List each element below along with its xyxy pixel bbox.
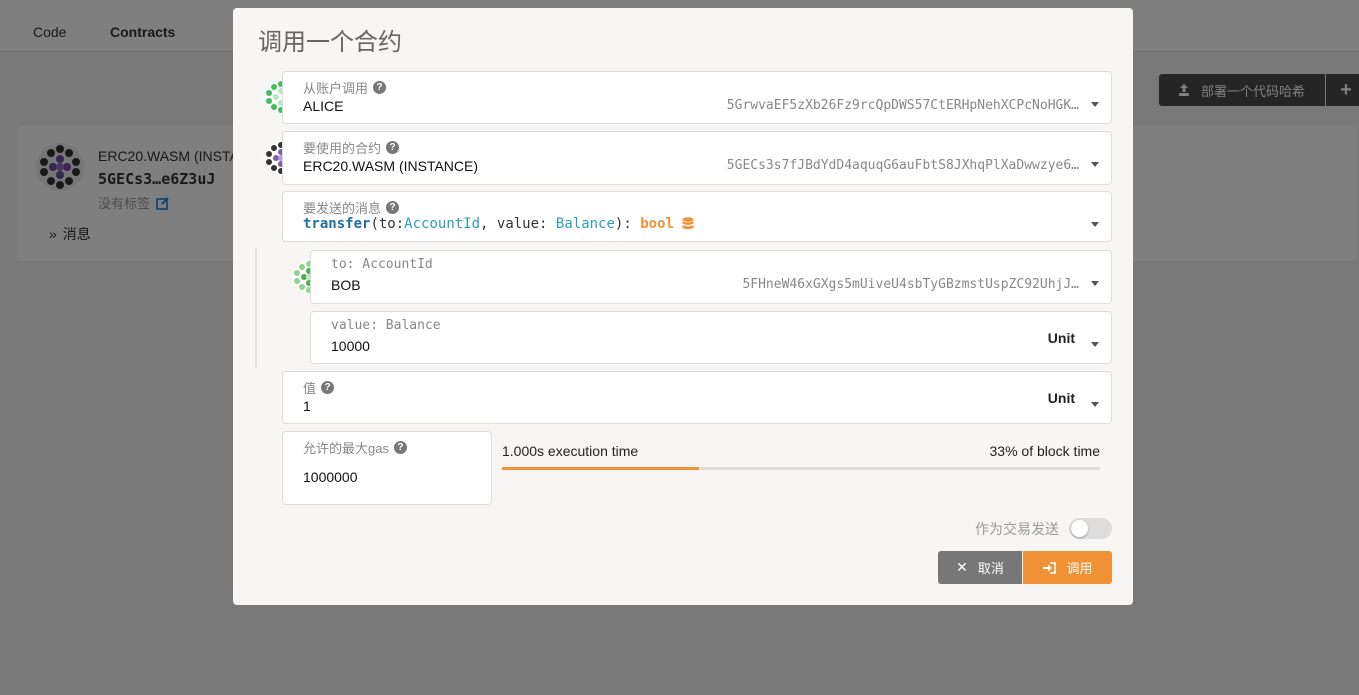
sig-arg1-name: to: [378,216,405,232]
gas-progress-fill [502,467,700,470]
sig-arg2-type: Balance [555,216,615,232]
sig-arg2-name: value: [496,216,556,232]
call-button[interactable]: 调用 [1023,551,1112,584]
contract-select-address: 5GECs3s7fJBdYdD4aquqG6auFbtS8JXhqPlXaDww… [726,158,1079,173]
gas-usage-meter: 1.000s execution time 33% of block time [502,439,1100,479]
close-icon: ✕ [956,559,968,575]
sig-separator: , [480,216,497,232]
value-amount[interactable]: 1 [303,398,311,414]
modal-title: 调用一个合约 [258,29,402,56]
send-as-transaction-row: 作为交易发送 [975,518,1112,539]
call-from-account-select[interactable]: 从账户调用 ? ALICE 5GrwvaEF5zXb26Fz9rcQpDWS57… [282,71,1112,124]
value-unit-select[interactable]: Unit [1048,390,1075,406]
value-label: 值 ? [303,378,335,397]
help-icon[interactable]: ? [321,381,335,394]
block-time-percent: 33% of block time [989,443,1101,459]
message-signature: transfer ( to: AccountId , value: Balanc… [303,216,694,232]
max-gas-label-text: 允许的最大gas [303,441,389,456]
dropdown-caret-icon[interactable] [1091,222,1099,227]
dropdown-caret-icon[interactable] [1091,102,1099,107]
call-contract-modal: 调用一个合约 从账户调用 ? ALICE 5GrwvaEF5zXb26Fz9rc… [233,8,1133,605]
call-from-account-label-text: 从账户调用 [303,81,369,96]
message-label-text: 要发送的消息 [303,201,382,216]
message-label: 要发送的消息 ? [303,198,400,217]
param-to-name: BOB [331,277,361,293]
contract-label: 要使用的合约 ? [303,138,400,157]
dropdown-caret-icon[interactable] [1091,342,1099,347]
help-icon[interactable]: ? [386,141,400,154]
sig-close: ): [614,216,641,232]
params-divider [255,248,257,368]
gas-progress-track [502,467,1100,470]
contract-label-text: 要使用的合约 [303,141,382,156]
send-as-transaction-label: 作为交易发送 [975,520,1059,537]
max-gas-label: 允许的最大gas ? [303,438,407,457]
param-value-unit-select[interactable]: Unit [1048,330,1075,346]
contract-select[interactable]: 要使用的合约 ? ERC20.WASM (INSTANCE) 5GECs3s7f… [282,131,1112,185]
message-method: transfer [303,216,371,232]
dropdown-caret-icon[interactable] [1091,162,1099,167]
account-name: ALICE [303,98,344,114]
value-label-text: 值 [303,381,317,396]
database-icon [682,217,694,230]
dropdown-caret-icon[interactable] [1091,402,1099,407]
param-value-label: value: Balance [331,318,441,333]
max-gas-value[interactable]: 1000000 [303,469,358,485]
param-to-label: to: AccountId [331,257,433,272]
sig-arg1-type: AccountId [404,216,481,232]
sig-open-paren: ( [370,216,379,232]
cancel-button[interactable]: ✕ 取消 [938,551,1022,584]
contract-select-name: ERC20.WASM (INSTANCE) [303,158,479,174]
message-select[interactable]: 要发送的消息 ? transfer ( to: AccountId , valu… [282,191,1112,242]
call-from-account-label: 从账户调用 ? [303,78,387,97]
param-value-amount[interactable]: 10000 [331,338,370,354]
param-to-address: 5FHneW46xGXgs5mUiveU4sbTyGBzmstUspZC92Uh… [742,277,1079,292]
call-label: 调用 [1066,561,1093,576]
param-to-select[interactable]: to: AccountId BOB 5FHneW46xGXgs5mUiveU4s… [310,250,1112,304]
help-icon[interactable]: ? [386,201,400,214]
send-as-transaction-toggle[interactable] [1069,518,1112,539]
sig-return-type: bool [640,216,674,232]
help-icon[interactable]: ? [393,441,407,454]
execution-time: 1.000s execution time [502,443,639,459]
help-icon[interactable]: ? [373,81,387,94]
value-input[interactable]: 值 ? 1 Unit [282,371,1112,424]
dropdown-caret-icon[interactable] [1091,281,1099,286]
max-gas-input[interactable]: 允许的最大gas ? 1000000 [282,431,492,505]
cancel-label: 取消 [977,561,1004,576]
account-address: 5GrwvaEF5zXb26Fz9rcQpDWS57CtERHpNehXCPcN… [726,98,1079,113]
toggle-knob [1071,520,1088,537]
sign-in-icon [1043,561,1057,574]
param-value-input[interactable]: value: Balance 10000 Unit [310,311,1112,364]
